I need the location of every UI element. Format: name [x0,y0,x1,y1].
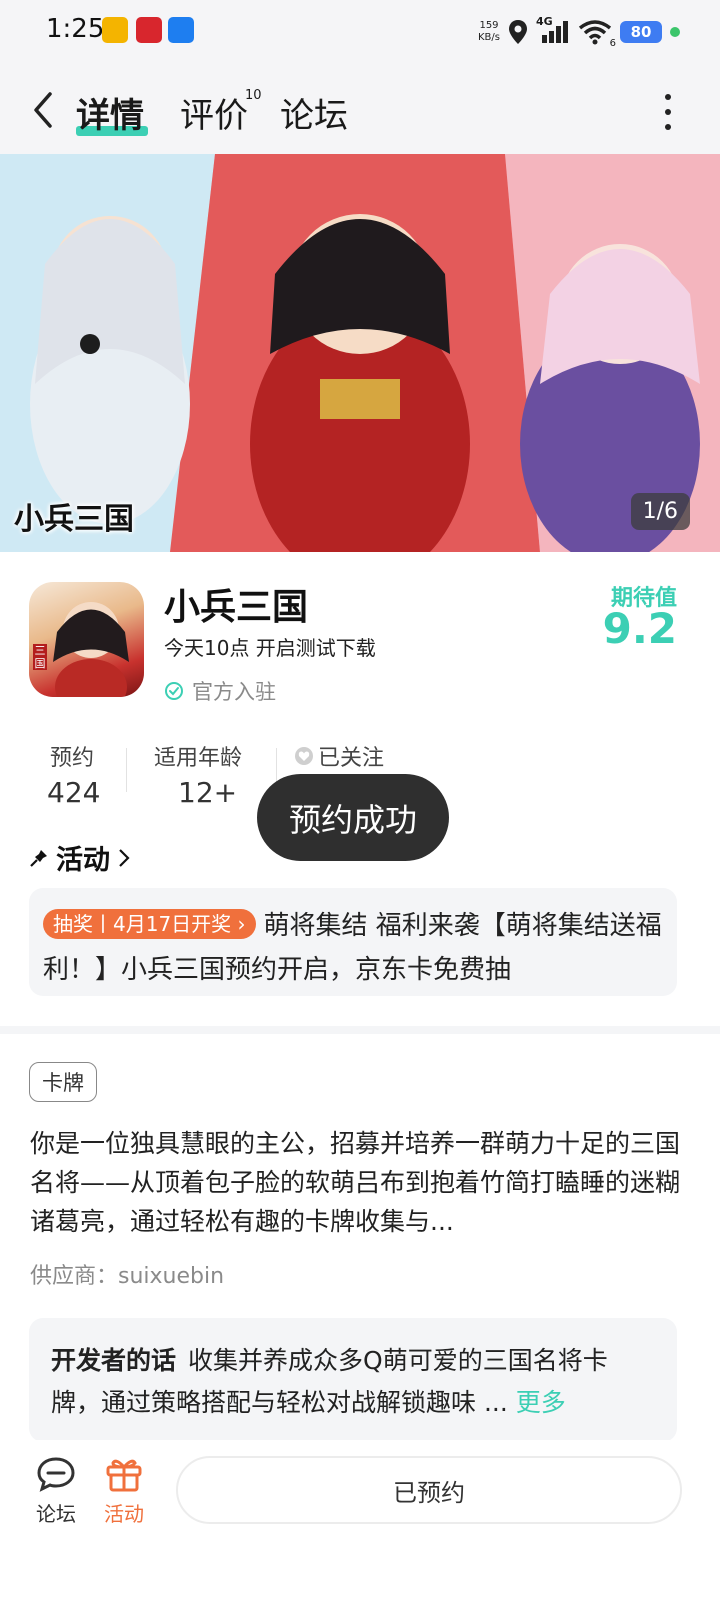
network-speed-unit: KB/s [478,32,500,43]
lottery-tag[interactable]: 抽奖丨4月17日开奖 › [43,909,256,939]
network-speed-value: 159 [479,20,499,31]
notification-app-icon [136,17,162,43]
gift-icon [106,1459,142,1492]
reserved-button[interactable]: 已预约 [176,1456,682,1524]
bottom-action-bar: 论坛 活动 已预约 [0,1440,720,1600]
pin-icon [30,849,47,867]
more-link[interactable]: 更多 [516,1388,566,1417]
official-label: 官方入驻 [192,680,276,704]
cellular-signal-icon: 4G [536,15,570,45]
app-name: 小兵三国 [164,587,309,628]
activity-section-header[interactable]: 活动 [30,838,130,877]
banner-game-logo: 小兵三国 [14,502,134,537]
activity-header-label: 活动 [56,845,110,876]
app-icon-artwork [53,602,129,697]
game-description: 你是一位独具慧眼的主公，招募并培养一群萌力十足的三国名将——从顶着包子脸的软萌吕… [30,1129,681,1236]
expectation-score-value: 9.2 [602,604,677,653]
top-nav: 详情 评价 10 论坛 [0,64,720,154]
notification-app-icon [102,17,128,43]
reviews-count-badge: 10 [245,88,262,103]
battery-icon: 80 [620,21,662,43]
developer-notes-card[interactable]: 开发者的话 收集并养成众多Q萌可爱的三国名将卡牌，通过策略搭配与轻松对战解锁趣味 … [29,1318,677,1442]
bottom-activity-button[interactable]: 活动 [94,1456,154,1527]
chat-bubble-icon [37,1457,75,1492]
lottery-tag-label: 抽奖丨4月17日开奖 [53,912,232,936]
status-time: 1:25 [46,14,105,44]
follow-button[interactable]: 已关注 [294,740,384,772]
status-dot [670,27,680,37]
wifi-badge: 6 [609,38,616,49]
back-arrow-icon [34,92,52,128]
back-button[interactable] [28,92,58,128]
reservations-label: 预约 [50,746,95,771]
stat-divider [126,748,127,792]
age-rating-label: 适用年龄 [154,746,243,771]
official-badge: 官方入驻 [164,676,276,706]
genre-tag[interactable]: 卡牌 [29,1062,97,1102]
banner-artwork [0,154,720,552]
carousel-counter: 1/6 [630,493,690,530]
media-carousel[interactable]: 小兵三国 1/6 [0,154,720,552]
app-icon-badge: 三国 [33,644,47,670]
follow-label: 已关注 [318,746,385,771]
bottom-forum-label: 论坛 [36,1502,76,1526]
age-rating-value: 12+ [178,776,238,809]
tab-reviews[interactable]: 评价 [180,88,248,137]
chevron-right-icon [119,848,130,867]
activity-card[interactable]: 抽奖丨4月17日开奖 › 萌将集结 福利来袭【萌将集结送福利！】小兵三国预约开启，… [29,888,677,996]
section-divider [0,1026,720,1034]
bottom-forum-button[interactable]: 论坛 [26,1456,86,1527]
status-indicators: 159 KB/s 4G 6 80 [478,14,680,50]
more-dot [665,94,671,100]
notification-app-icon [168,17,194,43]
tab-details[interactable]: 详情 [76,88,144,137]
heart-icon [295,747,313,765]
wifi-icon: 6 [578,19,616,49]
developer-notes-title: 开发者的话 [51,1346,177,1375]
location-icon [509,20,527,44]
app-icon: 三国 [29,582,144,697]
app-subtitle: 今天10点 开启测试下载 [164,636,376,660]
more-options-button[interactable] [656,94,680,130]
tab-forum[interactable]: 论坛 [280,88,348,137]
network-speed: 159 KB/s [478,20,500,44]
toast-message: 预约成功 [257,774,449,861]
reservations-value: 424 [47,776,101,809]
status-bar: 1:25 159 KB/s 4G 6 80 [0,0,720,64]
more-dot [665,109,671,115]
supplier-info: 供应商：suixuebin [30,1264,225,1289]
check-circle-icon [165,682,183,700]
bottom-activity-label: 活动 [104,1502,144,1526]
more-dot [665,124,671,130]
